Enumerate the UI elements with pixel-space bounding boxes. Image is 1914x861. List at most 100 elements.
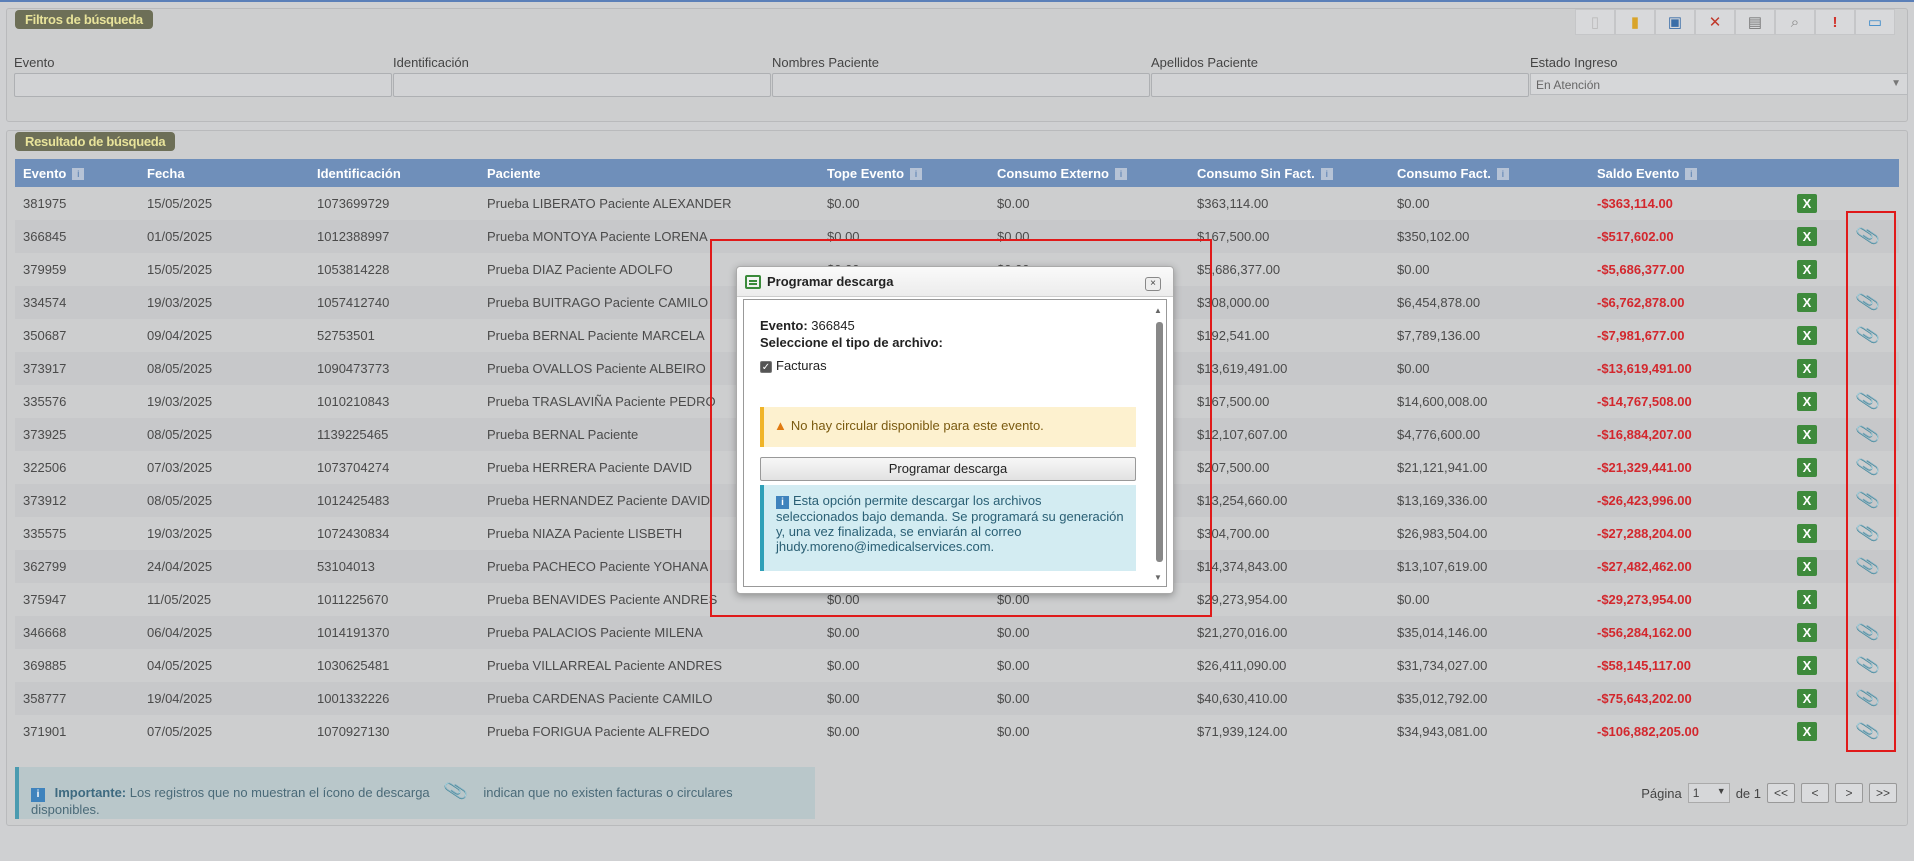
open-folder-icon[interactable]: ▮ (1615, 9, 1655, 35)
info-icon[interactable]: i (1496, 168, 1509, 181)
col-saldo[interactable]: Saldo Evento i (1589, 159, 1789, 187)
cell-evento: 366845 (15, 220, 139, 253)
nombres-input[interactable] (772, 73, 1150, 97)
info-icon[interactable]: i (910, 168, 923, 181)
col-paciente[interactable]: Paciente (479, 159, 819, 187)
excel-icon[interactable]: X (1797, 656, 1817, 675)
cell-identificacion: 1030625481 (317, 658, 390, 673)
estado-select[interactable]: En Atención ▼ (1530, 73, 1908, 95)
identificacion-input[interactable] (393, 73, 771, 97)
excel-icon[interactable]: X (1797, 722, 1817, 741)
cell-consumo-sin-fact: $167,500.00 (1189, 220, 1389, 253)
cell-consumo-sin-fact: $5,686,377.00 (1197, 262, 1281, 277)
table-header-row: Evento i Fecha Identificación Paciente To… (15, 159, 1899, 187)
excel-cell: X (1789, 583, 1849, 616)
note-text-before: Los registros que no muestran el ícono d… (129, 785, 430, 800)
schedule-download-button[interactable]: Programar descarga (760, 457, 1136, 481)
preview-icon[interactable]: ⌕ (1775, 9, 1815, 35)
col-consumo-fact[interactable]: Consumo Fact. i (1389, 159, 1589, 187)
scrollbar-thumb[interactable] (1156, 322, 1163, 562)
excel-icon[interactable]: X (1797, 359, 1817, 378)
important-note: i Importante: Los registros que no muest… (15, 767, 815, 819)
cell-paciente: Prueba FORIGUA Paciente ALFREDO (487, 724, 710, 739)
estado-filter-label: Estado Ingreso (1530, 55, 1618, 70)
col-tope[interactable]: Tope Evento i (819, 159, 989, 187)
cell-paciente: Prueba CARDENAS Paciente CAMILO (479, 682, 819, 715)
excel-icon[interactable]: X (1797, 524, 1817, 543)
col-evento[interactable]: Evento i (15, 159, 139, 187)
excel-icon[interactable]: X (1797, 425, 1817, 444)
excel-icon[interactable]: X (1797, 689, 1817, 708)
pager-of: de 1 (1735, 785, 1761, 801)
excel-icon[interactable]: X (1797, 194, 1817, 213)
excel-icon[interactable]: X (1797, 590, 1817, 609)
col-consumo-sin-fact[interactable]: Consumo Sin Fact. i (1189, 159, 1389, 187)
info-icon[interactable]: i (1320, 168, 1333, 181)
new-document-icon[interactable]: ▯ (1575, 9, 1615, 35)
excel-icon[interactable]: X (1797, 227, 1817, 246)
cell-identificacion: 53104013 (309, 550, 479, 583)
chat-icon[interactable]: ▭ (1855, 9, 1895, 35)
info-icon[interactable]: i (72, 168, 85, 181)
table-row[interactable]: 346668 06/04/2025 1014191370 Prueba PALACIO… (15, 616, 1899, 649)
cell-saldo: -$7,981,677.00 (1597, 328, 1685, 343)
excel-icon[interactable]: X (1797, 458, 1817, 477)
first-page-button[interactable]: << (1767, 783, 1795, 803)
table-row[interactable]: 369885 04/05/2025 1030625481 Prueba VILLARR… (15, 649, 1899, 682)
checkbox-checked-icon[interactable]: ✓ (760, 360, 772, 373)
save-icon[interactable]: ▣ (1655, 9, 1695, 35)
cell-consumo-sin-fact: $207,500.00 (1197, 460, 1270, 475)
cell-identificacion: 1090473773 (309, 352, 479, 385)
col-consumo-externo[interactable]: Consumo Externo i (989, 159, 1189, 187)
table-row[interactable]: 371901 07/05/2025 1070927130 Prueba FORIGUA… (15, 715, 1899, 748)
results-legend: Resultado de búsqueda (15, 132, 176, 151)
cell-saldo: -$13,619,491.00 (1589, 352, 1789, 385)
dialog-scrollbar[interactable]: ▲ ▼ (1154, 306, 1164, 582)
excel-icon[interactable]: X (1797, 557, 1817, 576)
schedule-download-dialog: Programar descarga × Evento: 366845 Sele… (736, 266, 1174, 594)
cell-consumo-externo: $0.00 (997, 724, 1030, 739)
prev-page-button[interactable]: < (1801, 783, 1829, 803)
next-page-button[interactable]: > (1835, 783, 1863, 803)
page-select[interactable]: 1 ▼ (1687, 783, 1730, 803)
cell-saldo: -$58,145,117.00 (1597, 658, 1691, 673)
cell-consumo-fact: $0.00 (1397, 262, 1430, 277)
cell-consumo-sin-fact: $40,630,410.00 (1189, 682, 1389, 715)
excel-icon[interactable]: X (1797, 260, 1817, 279)
alert-icon[interactable]: ! (1815, 9, 1855, 35)
note-bold: Importante: (54, 785, 127, 800)
cell-identificacion: 1073704274 (317, 460, 390, 475)
download-column-highlight-box (1846, 211, 1896, 752)
cell-consumo-sin-fact: $363,114.00 (1197, 196, 1269, 211)
last-page-button[interactable]: >> (1869, 783, 1897, 803)
scroll-down-icon[interactable]: ▼ (1154, 573, 1162, 582)
col-identificacion[interactable]: Identificación (309, 159, 479, 187)
table-row[interactable]: 381975 15/05/2025 1073699729 Prueba LIBERAT… (15, 187, 1899, 220)
table-row[interactable]: 358777 19/04/2025 1001332226 Prueba CARDENA… (15, 682, 1899, 715)
info-icon[interactable]: i (1685, 168, 1698, 181)
excel-icon[interactable]: X (1797, 623, 1817, 642)
excel-icon[interactable]: X (1797, 326, 1817, 345)
identificacion-filter: Identificación (393, 55, 771, 97)
cell-consumo-fact: $35,014,146.00 (1389, 616, 1589, 649)
cell-paciente: Prueba PALACIOS Paciente MILENA (479, 616, 819, 649)
delete-icon[interactable]: ✕ (1695, 9, 1735, 35)
scroll-up-icon[interactable]: ▲ (1154, 306, 1162, 315)
close-icon[interactable]: × (1145, 277, 1161, 291)
apellidos-input[interactable] (1151, 73, 1529, 97)
excel-icon[interactable]: X (1797, 392, 1817, 411)
col-fecha[interactable]: Fecha (139, 159, 309, 187)
facturas-option[interactable]: ✓ Facturas (760, 358, 1136, 373)
cell-consumo-fact: $13,169,336.00 (1389, 484, 1589, 517)
warning-text: No hay circular disponible para este eve… (790, 418, 1044, 433)
excel-icon[interactable]: X (1797, 293, 1817, 312)
cell-identificacion: 1011225670 (317, 592, 389, 607)
cell-paciente: Prueba LIBERATO Paciente ALEXANDER (487, 196, 732, 211)
print-icon[interactable]: ▤ (1735, 9, 1775, 35)
info-icon[interactable]: i (1114, 168, 1127, 181)
excel-cell: X (1789, 484, 1849, 517)
evento-input[interactable] (14, 73, 392, 97)
excel-icon[interactable]: X (1797, 491, 1817, 510)
cell-evento: 335575 (23, 526, 67, 541)
cell-consumo-fact: $0.00 (1397, 592, 1430, 607)
